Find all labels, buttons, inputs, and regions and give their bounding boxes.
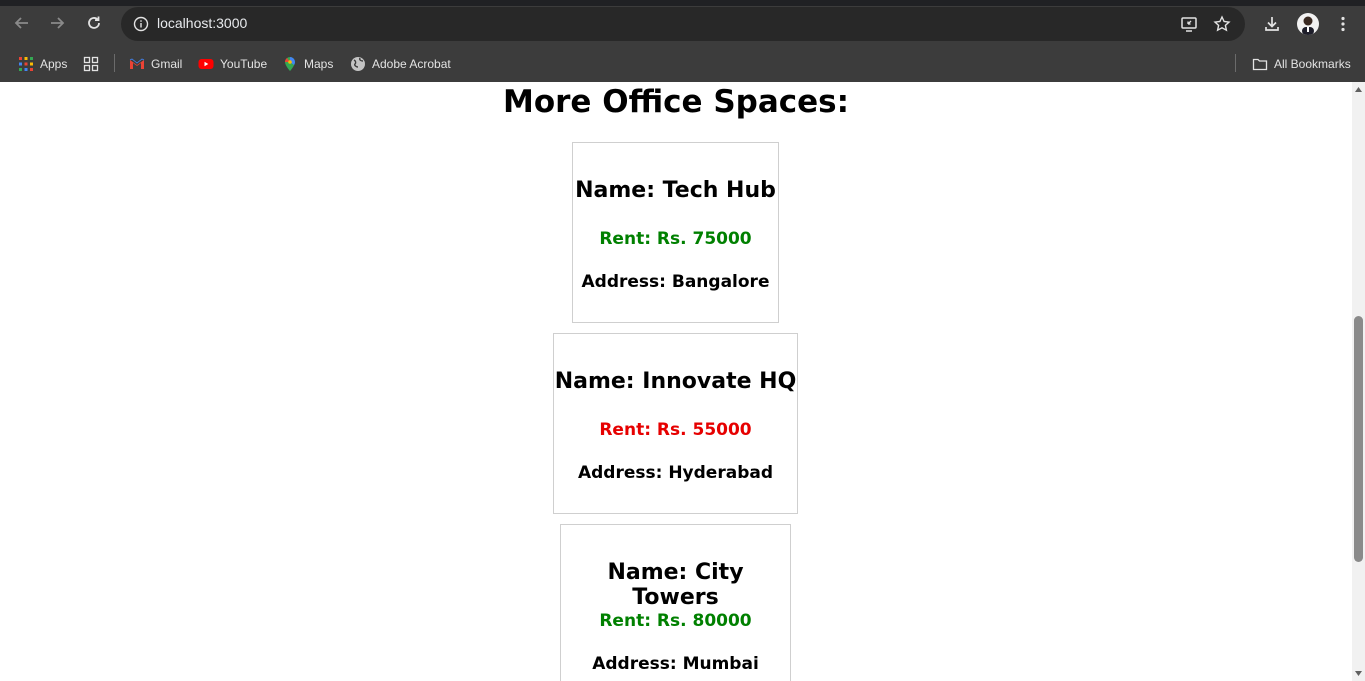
profile-avatar[interactable] bbox=[1297, 13, 1319, 35]
office-rent: Rent: Rs. 55000 bbox=[599, 420, 752, 440]
reload-button[interactable] bbox=[80, 9, 108, 37]
folder-icon bbox=[1252, 58, 1268, 71]
forward-button[interactable] bbox=[43, 9, 71, 37]
office-rent: Rent: Rs. 80000 bbox=[599, 611, 752, 631]
scroll-up-arrow-icon[interactable] bbox=[1354, 85, 1363, 94]
back-button[interactable] bbox=[8, 9, 36, 37]
office-card: Name: Innovate HQ Rent: Rs. 55000 Addres… bbox=[553, 333, 798, 514]
bookmark-apps[interactable]: Apps bbox=[18, 53, 67, 75]
office-name: Name: Innovate HQ bbox=[554, 369, 797, 394]
bookmark-maps-label: Maps bbox=[304, 57, 334, 71]
bookmark-gmail-label: Gmail bbox=[151, 57, 183, 71]
bookmarks-divider-right bbox=[1235, 54, 1236, 72]
bookmark-adobe-acrobat[interactable]: Adobe Acrobat bbox=[350, 53, 451, 75]
bookmark-star-button[interactable] bbox=[1210, 12, 1234, 36]
back-arrow-icon bbox=[14, 17, 28, 29]
bookmarks-bar: Apps Gmail YouTube Maps Adobe Acrobat Al… bbox=[0, 46, 1365, 82]
downloads-button[interactable] bbox=[1258, 10, 1286, 38]
office-address: Address: Mumbai bbox=[592, 654, 759, 674]
office-address: Address: Hyderabad bbox=[577, 463, 774, 483]
reload-icon bbox=[88, 16, 100, 29]
maps-icon bbox=[285, 57, 295, 71]
star-icon bbox=[1213, 15, 1231, 32]
bookmark-gmail[interactable]: Gmail bbox=[129, 53, 182, 75]
globe-icon bbox=[351, 57, 365, 71]
all-bookmarks-button[interactable]: All Bookmarks bbox=[1252, 53, 1351, 75]
bookmarks-divider bbox=[114, 54, 115, 72]
bookmark-maps[interactable]: Maps bbox=[282, 53, 333, 75]
office-name: Name: Tech Hub bbox=[575, 178, 776, 203]
bookmark-apps-label: Apps bbox=[40, 57, 68, 71]
page-title: More Office Spaces: bbox=[502, 84, 850, 120]
forward-arrow-icon bbox=[51, 17, 65, 29]
tab-groups-icon bbox=[83, 56, 99, 72]
all-bookmarks-label: All Bookmarks bbox=[1274, 57, 1351, 71]
install-app-button[interactable] bbox=[1177, 12, 1201, 36]
url-text[interactable]: localhost:3000 bbox=[157, 15, 247, 31]
office-name: Name: City Towers bbox=[607, 560, 744, 610]
office-card: Name: City Towers Rent: Rs. 80000 Addres… bbox=[560, 524, 791, 681]
office-address: Address: Bangalore bbox=[581, 272, 770, 292]
office-card: Name: Tech Hub Rent: Rs. 75000 Address: … bbox=[572, 142, 779, 323]
bookmark-adobe-acrobat-label: Adobe Acrobat bbox=[372, 57, 451, 71]
scroll-down-arrow-icon[interactable] bbox=[1354, 669, 1363, 678]
page-viewport: More Office Spaces: Name: Tech Hub Rent:… bbox=[0, 82, 1352, 681]
bookmark-youtube-label: YouTube bbox=[220, 57, 268, 71]
download-icon bbox=[1265, 17, 1279, 31]
install-app-icon bbox=[1181, 17, 1197, 32]
apps-grid-icon bbox=[19, 57, 33, 71]
site-info-button[interactable] bbox=[129, 12, 153, 36]
tab-groups-button[interactable] bbox=[83, 53, 99, 75]
address-bar[interactable]: localhost:3000 bbox=[121, 7, 1245, 41]
menu-dots-icon bbox=[1341, 16, 1345, 32]
browser-menu-button[interactable] bbox=[1329, 10, 1357, 38]
gmail-icon bbox=[129, 58, 145, 69]
browser-toolbar: localhost:3000 bbox=[0, 0, 1365, 46]
scrollbar-thumb[interactable] bbox=[1354, 316, 1363, 562]
page-scrollbar[interactable] bbox=[1352, 82, 1365, 681]
bookmark-youtube[interactable]: YouTube bbox=[198, 53, 267, 75]
youtube-icon bbox=[198, 59, 214, 69]
office-rent: Rent: Rs. 75000 bbox=[599, 229, 752, 249]
site-info-icon bbox=[133, 16, 149, 32]
